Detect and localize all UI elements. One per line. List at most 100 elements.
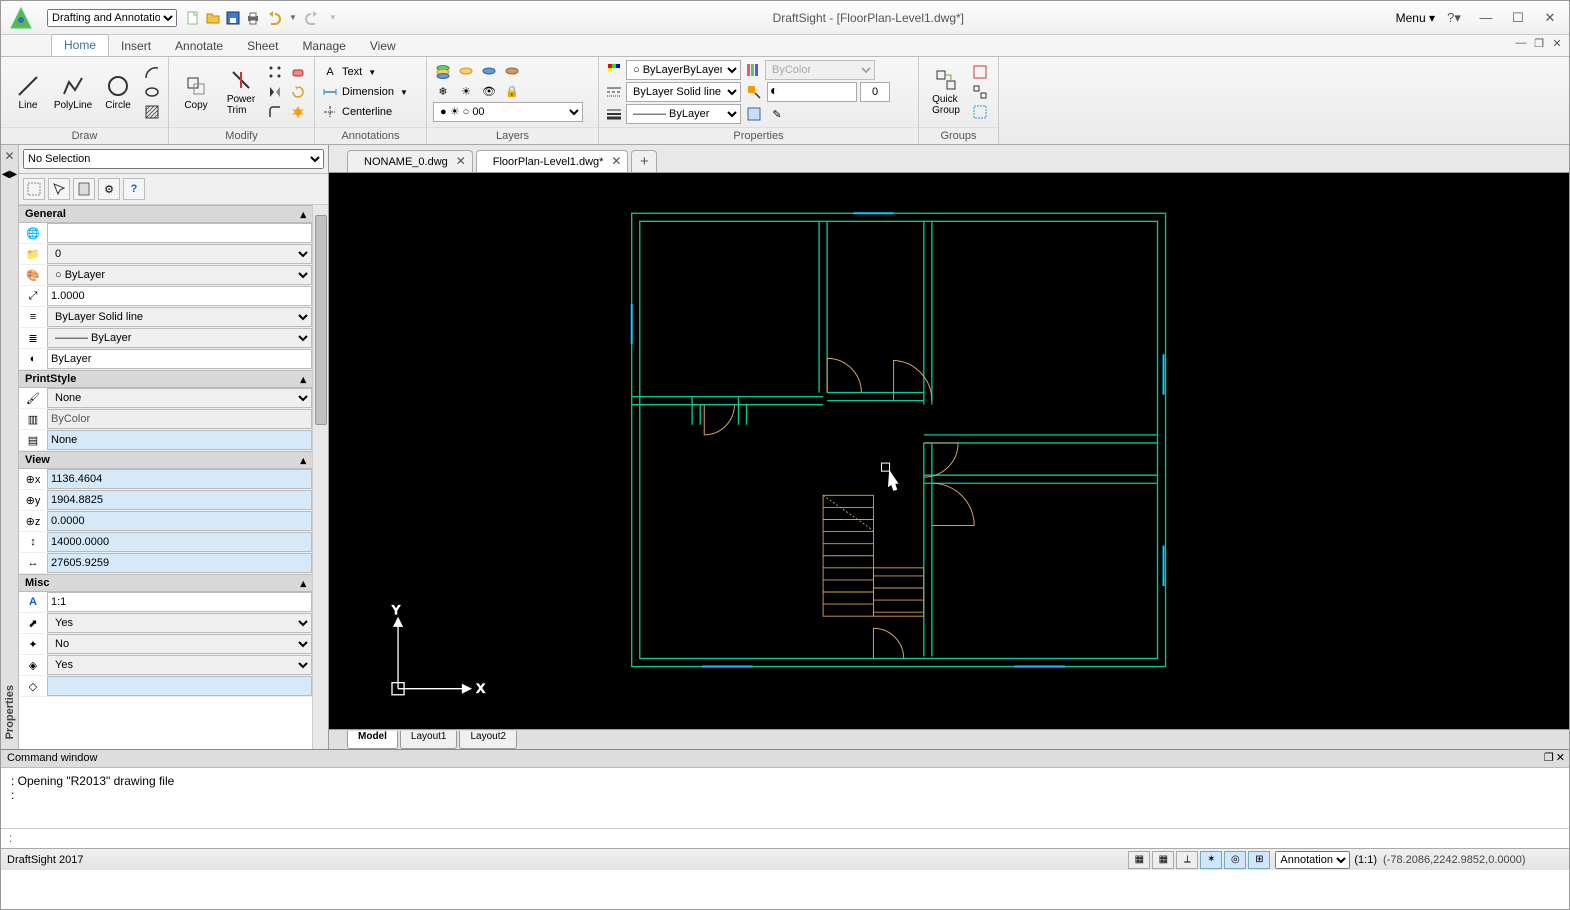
hatch-icon[interactable] — [142, 103, 162, 121]
cat-view[interactable]: View▴ — [19, 451, 312, 469]
new-icon[interactable] — [185, 10, 201, 26]
tab-close-icon[interactable]: ✕ — [611, 154, 621, 168]
ellipse-icon[interactable] — [142, 83, 162, 101]
prop-height[interactable] — [47, 532, 312, 552]
new-tab-button[interactable]: + — [631, 150, 657, 172]
prop-annoscale[interactable] — [47, 592, 312, 612]
properties-tab-label[interactable]: Properties — [4, 685, 16, 739]
etrack-toggle[interactable]: ⊞ — [1248, 851, 1270, 869]
centerline-button[interactable]: Centerline — [321, 103, 408, 121]
color-select[interactable]: ○ ByLayerByLayer — [626, 60, 741, 80]
prop-width[interactable] — [47, 553, 312, 573]
toggle-icon[interactable]: ⚙ — [98, 178, 120, 200]
cmd-close-icon[interactable]: ✕ — [1556, 751, 1565, 764]
printstyle-select[interactable]: ByColor — [765, 60, 875, 80]
polyline-button[interactable]: PolyLine — [52, 62, 94, 122]
prop-hyperlink[interactable] — [47, 223, 312, 243]
props-scrollbar[interactable] — [312, 205, 328, 749]
copy-button[interactable]: Copy — [175, 62, 217, 122]
prop-extra[interactable] — [47, 676, 312, 696]
layout-tab-2[interactable]: Layout2 — [459, 731, 517, 749]
prop-color[interactable]: ○ ByLayer — [47, 265, 312, 285]
text-button[interactable]: AText▼ — [321, 63, 408, 81]
circle-button[interactable]: Circle — [97, 62, 139, 122]
pick-icon[interactable] — [48, 178, 70, 200]
pattern-icon[interactable] — [265, 63, 285, 81]
lineweight-select[interactable]: ——— ByLayer — [626, 104, 741, 124]
prop-layer[interactable]: 0 — [47, 244, 312, 264]
prop-ucsicon[interactable]: Yes — [47, 613, 312, 633]
selection-filter[interactable]: No Selection — [23, 149, 324, 169]
match-props-icon[interactable] — [744, 83, 764, 101]
powertrim-button[interactable]: Power Trim — [220, 62, 262, 122]
prop-center-x[interactable] — [47, 469, 312, 489]
tab-close-icon[interactable]: ✕ — [456, 154, 466, 168]
prop-linestyle[interactable]: ByLayer Solid line — [47, 307, 312, 327]
current-layer-select[interactable]: ● ☀ ○ 00 — [433, 102, 583, 122]
rotate-icon[interactable] — [288, 83, 308, 101]
annotation-scale-select[interactable]: Annotation — [1275, 851, 1350, 869]
print-icon[interactable] — [245, 10, 261, 26]
close-icon[interactable]: ✕ — [1537, 9, 1563, 27]
ungroup-icon[interactable] — [970, 83, 990, 101]
workspace-selector[interactable]: Drafting and Annotation — [47, 9, 177, 27]
cat-general[interactable]: General▴ — [19, 205, 312, 223]
prop-transparency[interactable] — [47, 349, 312, 369]
prop-ucsorigin[interactable]: No — [47, 634, 312, 654]
layer-states-icon[interactable] — [456, 62, 476, 80]
workspace-select[interactable]: Drafting and Annotation — [47, 9, 177, 27]
layout-tab-model[interactable]: Model — [347, 731, 398, 749]
quickgroup-button[interactable]: Quick Group — [925, 62, 967, 122]
cat-misc[interactable]: Misc▴ — [19, 574, 312, 592]
help-icon[interactable]: ? — [123, 178, 145, 200]
open-icon[interactable] — [205, 10, 221, 26]
ortho-toggle[interactable]: ⟂ — [1176, 851, 1198, 869]
fillet-icon[interactable] — [265, 103, 285, 121]
explode-icon[interactable] — [288, 103, 308, 121]
menu-dropdown[interactable]: Menu ▾ — [1396, 11, 1435, 25]
prop-center-z[interactable] — [47, 511, 312, 531]
esnap-toggle[interactable]: ◎ — [1224, 851, 1246, 869]
layout-tab-1[interactable]: Layout1 — [400, 731, 458, 749]
layer-isolate-icon[interactable] — [502, 62, 522, 80]
layer-hide-icon[interactable]: 👁 — [479, 82, 499, 100]
group-edit-icon[interactable] — [970, 63, 990, 81]
transparency-input[interactable] — [860, 82, 890, 102]
panel-pin-icon[interactable]: ◀▶ — [2, 169, 17, 180]
snap-toggle[interactable]: ▦ — [1128, 851, 1150, 869]
tab-manage[interactable]: Manage — [290, 36, 357, 56]
mirror-icon[interactable] — [265, 83, 285, 101]
erase-icon[interactable] — [288, 63, 308, 81]
grid-toggle[interactable]: ▦ — [1152, 851, 1174, 869]
help-split-icon[interactable]: ?▾ — [1441, 9, 1467, 27]
prop-ptable[interactable] — [47, 430, 312, 450]
prop-scale[interactable] — [47, 286, 312, 306]
cat-printstyle[interactable]: PrintStyle▴ — [19, 370, 312, 388]
calc-icon[interactable] — [73, 178, 95, 200]
properties-list[interactable]: General▴ 🌐 📁0 🎨○ ByLayer ⤢ ≡ByLayer Soli… — [19, 205, 312, 749]
layer-man-icon[interactable] — [433, 62, 453, 80]
tab-view[interactable]: View — [358, 36, 408, 56]
layer-preview-icon[interactable] — [479, 62, 499, 80]
redo-icon[interactable] — [305, 10, 321, 26]
prop-center-y[interactable] — [47, 490, 312, 510]
command-input[interactable] — [1, 828, 1569, 848]
group-select-icon[interactable] — [970, 103, 990, 121]
doc-restore-icon[interactable]: ❐ — [1531, 37, 1547, 51]
arc-icon[interactable] — [142, 63, 162, 81]
doc-tab-floorplan[interactable]: FloorPlan-Level1.dwg*✕ — [476, 150, 629, 172]
tab-sheet[interactable]: Sheet — [235, 36, 290, 56]
maximize-icon[interactable]: ☐ — [1505, 9, 1531, 27]
panel-close-icon[interactable]: ✕ — [4, 149, 14, 163]
tab-annotate[interactable]: Annotate — [163, 36, 235, 56]
layer-freeze-icon[interactable]: ❄ — [433, 82, 453, 100]
doc-close-icon[interactable]: ✕ — [1549, 37, 1565, 51]
cmd-float-icon[interactable]: ❐ — [1544, 751, 1554, 764]
tab-home[interactable]: Home — [51, 34, 109, 56]
canvas[interactable]: X Y — [329, 173, 1569, 729]
dimension-button[interactable]: Dimension▼ — [321, 83, 408, 101]
prop-lineweight[interactable]: ——— ByLayer — [47, 328, 312, 348]
minimize-icon[interactable]: — — [1473, 9, 1499, 27]
layer-thaw-icon[interactable]: ☀ — [456, 82, 476, 100]
doc-minimize-icon[interactable]: — — [1513, 37, 1529, 51]
